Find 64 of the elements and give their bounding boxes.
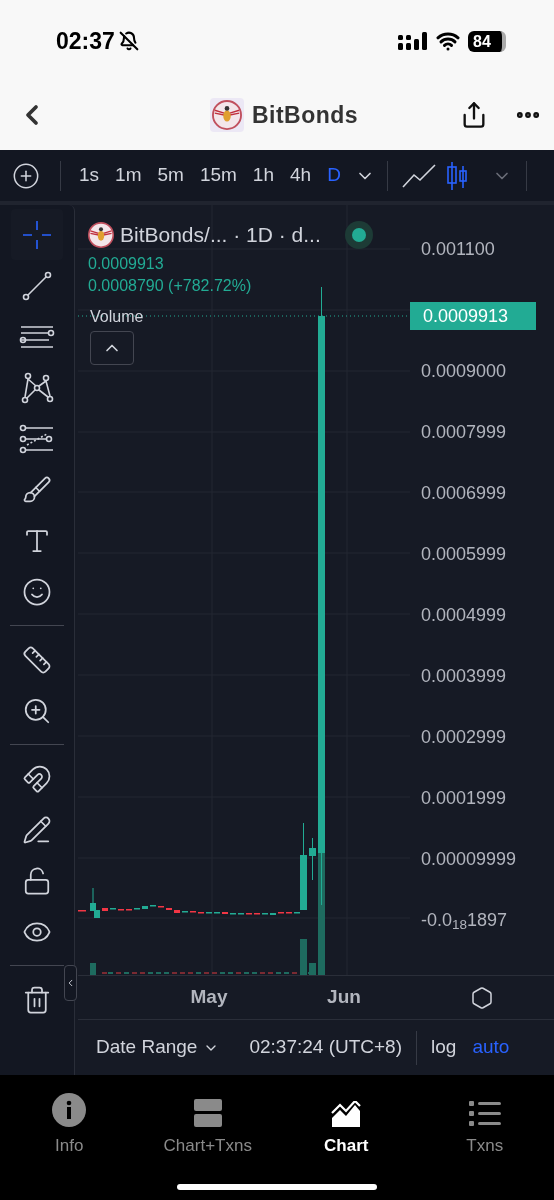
logo-icon (88, 221, 114, 248)
interval-button[interactable]: 1h (244, 157, 282, 194)
tab-bar-item[interactable]: Info (0, 1093, 139, 1159)
tab-bar-item[interactable]: Chart (277, 1093, 416, 1159)
price-axis-label: 0.001100 (421, 238, 496, 261)
price-axis-label: 0.0003999 (421, 665, 508, 688)
volume-bar (300, 939, 307, 975)
price-change: 0.0008790 (+782.72%) (88, 275, 253, 296)
time-axis-label: Jun (326, 985, 362, 1010)
smiley-icon (22, 576, 52, 607)
price-axis-label: 0.0006999 (421, 482, 508, 505)
scale-option[interactable]: log (423, 1033, 465, 1062)
last-price: 0.0009913 (88, 253, 165, 274)
crosshair-icon (21, 218, 53, 251)
interval-button[interactable]: 4h (282, 157, 320, 194)
candle (142, 906, 148, 909)
area-chart-icon (331, 1101, 362, 1127)
tab-bar-item[interactable]: Txns (415, 1093, 554, 1159)
price-axis-label: 0.0004999 (421, 604, 508, 627)
interval-button[interactable]: 1s (71, 157, 108, 194)
page-title: BitBonds (251, 100, 359, 130)
current-price-badge: 0.0009913 (410, 302, 536, 330)
price-axis-label: 0.0002999 (421, 726, 508, 749)
pattern-icon (20, 371, 54, 404)
trend-line-icon (21, 269, 53, 302)
price-axis-label: 0.0005999 (421, 543, 508, 566)
bell-off-icon (118, 31, 139, 51)
price-axis-label: -0.0$_{18}$1897 (421, 909, 509, 932)
tab-bar-item[interactable]: Chart+Txns (138, 1093, 277, 1159)
brush-icon (22, 474, 52, 505)
interval-button[interactable]: 5m (149, 157, 192, 194)
scale-option[interactable]: auto (464, 1033, 518, 1062)
signal-icon (398, 31, 428, 51)
timezone-clock: 02:37:24 (UTC+8) (249, 1035, 402, 1060)
candle (102, 908, 108, 911)
info-icon (52, 1093, 87, 1127)
add-symbol-button[interactable] (12, 161, 40, 190)
volume-label: Volume (90, 306, 144, 327)
line-chart-button[interactable] (399, 162, 438, 189)
ruler-icon (22, 644, 52, 675)
magnet-icon (22, 763, 52, 794)
price-axis-label: 0.0001999 (421, 787, 508, 810)
unlocked-lock-icon (22, 865, 52, 896)
interval-button[interactable]: 1m (107, 157, 150, 194)
list-icon (468, 1101, 501, 1127)
interval-button[interactable]: 15m (191, 157, 245, 194)
split-view-icon (193, 1099, 222, 1127)
symbol-title: BitBonds/... · 1D · d... (120, 222, 321, 248)
status-time: 02:37 (56, 26, 115, 56)
candle (174, 910, 180, 913)
price-axis-label: 0.0007999 (421, 421, 508, 444)
date-range-button[interactable]: Date Range (96, 1033, 220, 1062)
pencil-lock-icon (22, 814, 52, 845)
interval-button[interactable]: D (319, 157, 349, 194)
trash-icon (22, 984, 52, 1015)
volume-bar (90, 963, 96, 975)
fib-levels-icon (19, 422, 55, 455)
volume-bar (309, 963, 316, 975)
battery-indicator: 84 (468, 30, 506, 52)
price-axis-label: 0.00009999 (421, 848, 518, 871)
candle (309, 837, 316, 881)
settings-icon[interactable] (470, 985, 494, 1010)
price-axis-label: 0.0009000 (421, 360, 508, 383)
time-axis-label: May (189, 985, 229, 1010)
